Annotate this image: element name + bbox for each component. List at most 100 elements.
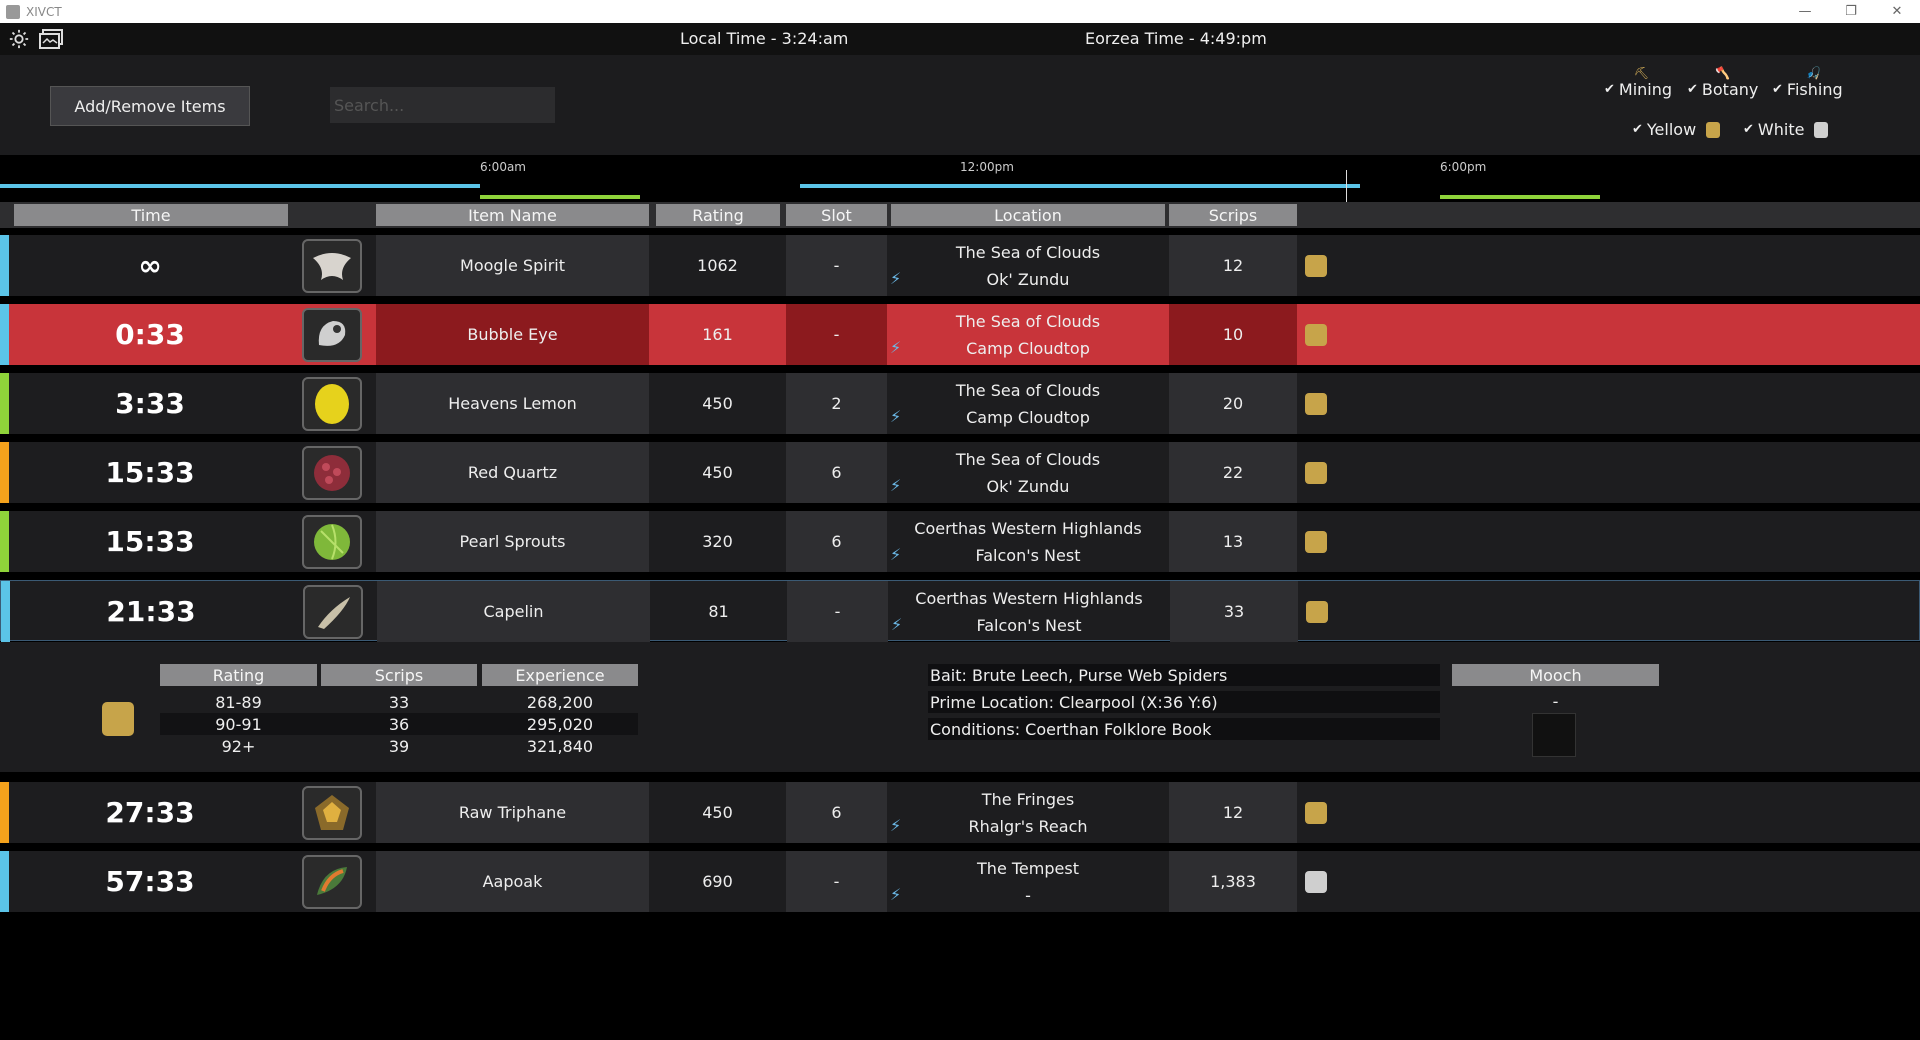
location-place: Falcon's Nest [976,615,1082,635]
item-slot: 2 [786,373,887,434]
item-image [303,585,363,639]
column-slot[interactable]: Slot [786,204,887,226]
status-stripe [0,373,9,434]
tier-scrips: 33 [388,692,410,712]
location-place: Falcon's Nest [975,545,1081,565]
filter-botany[interactable]: 🪓 ✔ Botany [1687,66,1759,99]
window-title: XIVCT [26,4,62,19]
filter-yellow-label: Yellow [1646,120,1697,139]
column-location[interactable]: Location [891,204,1165,226]
table-row[interactable]: 0:33 Bubble Eye 161 - ⚡ The Sea of Cloud… [0,304,1920,365]
item-rating: 320 [702,532,733,551]
table-row[interactable]: 27:33 Raw Triphane 450 6 ⚡ The Fringes Rh… [0,782,1920,843]
location-region: The Sea of Clouds [955,449,1101,469]
table-header: Time Item Name Rating Slot Location Scri… [0,202,1920,228]
table-row[interactable]: 15:33 Pearl Sprouts 320 6 ⚡ Coerthas Wes… [0,511,1920,572]
mooch-value: - [1552,691,1559,711]
table-row[interactable]: 3:33 Heavens Lemon 450 2 ⚡ The Sea of Cl… [0,373,1920,434]
item-image [302,515,362,569]
check-icon: ✔ [1687,82,1698,97]
item-name: Bubble Eye [376,304,649,365]
item-scrips: 33 [1170,581,1298,642]
yellow-scrip-icon [1706,121,1721,138]
filter-white[interactable]: ✔ White [1743,120,1829,139]
timeline: 6:00am 12:00pm 6:00pm [0,155,1920,202]
local-time: Local Time - 3:24:am [680,29,849,48]
item-image [302,786,362,840]
item-slot: - [786,851,887,912]
column-item-name[interactable]: Item Name [376,204,649,226]
filter-fishing[interactable]: 🎣 ✔ Fishing [1772,66,1843,99]
empty-area [0,912,1920,1040]
table-row[interactable]: ∞ Moogle Spirit 1062 - ⚡ The Sea of Clou… [0,235,1920,296]
filter-mining[interactable]: ⛏ ✔ Mining [1604,66,1673,99]
item-location: The Sea of Clouds Camp Cloudtop [888,304,1168,365]
item-name: Red Quartz [376,442,649,503]
time-remaining: 21:33 [106,595,196,628]
filter-yellow[interactable]: ✔ Yellow [1632,120,1721,139]
table-row[interactable]: 57:33 Aapoak 690 - ⚡ The Tempest - 1,383 [0,851,1920,912]
tier-rating: 92+ [221,736,256,756]
item-detail-panel: Rating Scrips Experience 81-89 33 268,20… [0,642,1920,772]
restore-button[interactable]: ❐ [1828,0,1874,23]
table-row[interactable]: 15:33 Red Quartz 450 6 ⚡ The Sea of Clou… [0,442,1920,503]
timeline-tick: 6:00pm [1440,160,1487,174]
time-remaining: 15:33 [105,525,195,558]
gear-icon[interactable] [6,26,32,52]
tier-rating: 90-91 [215,714,262,734]
white-scrip-icon [1305,871,1327,893]
detail-header-rating: Rating [160,664,317,686]
item-image [302,855,362,909]
tier-experience: 321,840 [526,736,594,756]
detail-header-mooch: Mooch [1452,664,1659,686]
timeline-window-green [480,195,640,199]
window-titlebar: XIVCT — ❐ ✕ [0,0,1920,23]
white-scrip-icon [1814,121,1829,138]
timeline-window-blue [0,184,480,188]
item-scrips: 1,383 [1169,851,1297,912]
timeline-window-green [1440,195,1600,199]
filter-botany-label: Botany [1701,80,1759,99]
column-rating[interactable]: Rating [656,204,780,226]
minimize-button[interactable]: — [1782,0,1828,23]
yellow-scrip-icon [102,702,134,736]
item-location: Coerthas Western Highlands Falcon's Nest [888,511,1168,572]
status-stripe [0,851,9,912]
tier-scrips: 39 [388,736,410,756]
mooch-slot [1532,713,1576,757]
item-name: Pearl Sprouts [376,511,649,572]
hatchet-icon: 🪓 [1715,66,1730,80]
close-button[interactable]: ✕ [1874,0,1920,23]
item-location: The Sea of Clouds Camp Cloudtop [888,373,1168,434]
search-input[interactable] [330,87,555,123]
item-image [302,239,362,293]
location-region: The Sea of Clouds [955,380,1101,400]
item-slot: - [787,581,888,642]
item-scrips: 12 [1169,235,1297,296]
tier-experience: 295,020 [526,714,594,734]
item-location: The Tempest - [888,851,1168,912]
time-remaining: 0:33 [115,318,185,351]
fishing-rod-icon: 🎣 [1806,66,1821,80]
status-stripe [1,581,10,642]
location-region: The Sea of Clouds [955,311,1101,331]
item-name: Capelin [377,581,650,642]
column-scrips[interactable]: Scrips [1169,204,1297,226]
yellow-scrip-icon [1305,393,1327,415]
item-scrips: 10 [1169,304,1297,365]
table-row[interactable]: 21:33 Capelin 81 - ⚡ Coerthas Western Hi… [0,580,1920,642]
item-rating: 161 [702,325,733,344]
item-location: The Sea of Clouds Ok' Zundu [888,235,1168,296]
window-controls: — ❐ ✕ [1782,0,1920,23]
time-remaining: ∞ [138,249,162,282]
add-remove-items-button[interactable]: Add/Remove Items [50,86,250,126]
location-place: Camp Cloudtop [966,338,1090,358]
item-location: Coerthas Western Highlands Falcon's Nest [889,581,1169,642]
location-region: The Tempest [977,858,1079,878]
bait-info: Bait: Brute Leech, Purse Web Spiders [928,664,1440,686]
item-slot: - [786,235,887,296]
filter-mining-label: Mining [1618,80,1673,99]
location-place: Ok' Zundu [986,269,1070,289]
window-layout-icon[interactable] [38,26,64,52]
column-time[interactable]: Time [14,204,288,226]
